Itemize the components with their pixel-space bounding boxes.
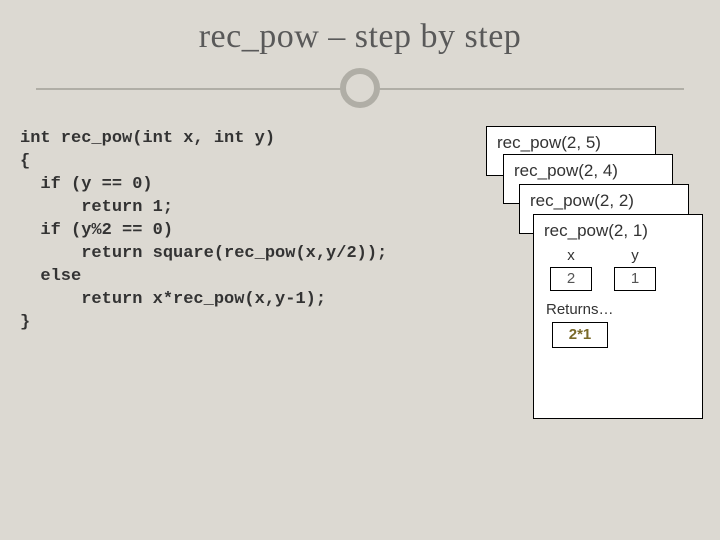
- var-value: 2: [550, 267, 592, 291]
- call-stack: rec_pow(2, 5) rec_pow(2, 4) rec_pow(2, 2…: [511, 130, 696, 380]
- frame-title: rec_pow(2, 1): [544, 221, 692, 241]
- var-value: 1: [614, 267, 656, 291]
- slide-title: rec_pow – step by step: [0, 18, 720, 56]
- title-area: rec_pow – step by step: [0, 0, 720, 56]
- ring-icon: [340, 68, 380, 108]
- returns-label: Returns…: [546, 301, 692, 318]
- stack-frame-top: rec_pow(2, 1) x 2 y 1 Returns… 2*1: [533, 214, 703, 419]
- var-y: y 1: [614, 247, 656, 291]
- vars-row: x 2 y 1: [550, 247, 692, 291]
- frame-title: rec_pow(2, 2): [530, 191, 678, 211]
- var-label: y: [614, 247, 656, 264]
- var-label: x: [550, 247, 592, 264]
- frame-title: rec_pow(2, 5): [497, 133, 645, 153]
- slide: rec_pow – step by step int rec_pow(int x…: [0, 0, 720, 540]
- var-x: x 2: [550, 247, 592, 291]
- frame-title: rec_pow(2, 4): [514, 161, 662, 181]
- returns-value: 2*1: [552, 322, 608, 348]
